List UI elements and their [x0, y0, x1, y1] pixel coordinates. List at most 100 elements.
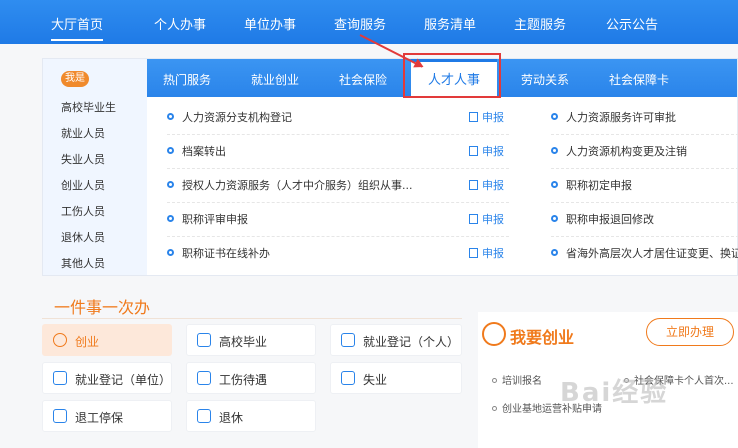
list-item[interactable]: 职称初定申报 — [551, 169, 738, 203]
form-icon — [469, 214, 478, 224]
sidebar-item-graduate[interactable]: 高校毕业生 — [61, 99, 116, 115]
briefcase-icon — [341, 371, 355, 385]
card-label: 创业 — [75, 335, 100, 349]
sidebar-item-retired[interactable]: 退休人员 — [61, 229, 105, 245]
apply-button[interactable]: 申报 — [469, 177, 504, 193]
sidebar-item-entrepreneur[interactable]: 创业人员 — [61, 177, 105, 193]
nav-unit[interactable]: 单位办事 — [244, 14, 296, 33]
startup-title: 我要创业 — [510, 328, 575, 347]
service-name: 授权人力资源服务（人才中介服务）组织从事... — [182, 179, 413, 192]
identity-sidebar: 我是 高校毕业生 就业人员 失业人员 创业人员 工伤人员 退休人员 其他人员 — [43, 59, 147, 275]
bullet-icon — [551, 215, 558, 222]
tab-insurance[interactable]: 社会保险 — [339, 71, 387, 88]
sidebar-item-employed[interactable]: 就业人员 — [61, 125, 105, 141]
i-am-badge: 我是 — [61, 71, 89, 87]
apply-label: 申报 — [482, 179, 504, 192]
injury-icon — [197, 371, 211, 385]
tab-labor[interactable]: 劳动关系 — [521, 71, 569, 88]
nav-query[interactable]: 查询服务 — [334, 14, 386, 33]
apply-button[interactable]: 申报 — [469, 143, 504, 159]
bullet-icon — [167, 181, 174, 188]
graduate-cap-icon — [197, 333, 211, 347]
tab-social-card[interactable]: 社会保障卡 — [609, 71, 669, 88]
bullet-icon — [551, 249, 558, 256]
nav-notice[interactable]: 公示公告 — [606, 14, 658, 33]
list-item[interactable]: 培训报名 — [492, 372, 542, 387]
list-item-label: 培训报名 — [502, 376, 542, 387]
apply-button[interactable]: 申报 — [469, 211, 504, 227]
card-startup[interactable]: 创业 — [42, 324, 172, 356]
form-icon — [469, 248, 478, 258]
bullet-icon — [551, 147, 558, 154]
service-name: 职称评审申报 — [182, 213, 248, 226]
list-item[interactable]: 省海外高层次人才居住证变更、换证申 — [551, 237, 738, 271]
card-injury[interactable]: 工伤待遇 — [186, 362, 316, 394]
apply-now-button[interactable]: 立即办理 — [646, 318, 734, 346]
service-name: 职称申报退回修改 — [566, 213, 654, 226]
bullet-icon — [492, 406, 497, 411]
apply-label: 申报 — [482, 247, 504, 260]
bullet-icon — [167, 147, 174, 154]
form-icon — [469, 146, 478, 156]
nav-hall-home[interactable]: 大厅首页 — [51, 14, 104, 41]
service-name: 人力资源服务许可审批 — [566, 111, 676, 124]
card-label: 就业登记（个人） — [363, 335, 460, 349]
service-name: 职称证书在线补办 — [182, 247, 270, 260]
card-graduate[interactable]: 高校毕业 — [186, 324, 316, 356]
nav-theme[interactable]: 主题服务 — [514, 14, 566, 33]
register-icon — [53, 371, 67, 385]
register-icon — [341, 333, 355, 347]
sidebar-item-others[interactable]: 其他人员 — [61, 255, 105, 271]
service-panel: 我是 高校毕业生 就业人员 失业人员 创业人员 工伤人员 退休人员 其他人员 热… — [42, 58, 738, 276]
nav-service-list[interactable]: 服务清单 — [424, 14, 476, 33]
bullet-icon — [492, 378, 497, 383]
card-retirement[interactable]: 退休 — [186, 400, 316, 432]
sidebar-item-unemployed[interactable]: 失业人员 — [61, 151, 105, 167]
card-employment-unit[interactable]: 就业登记（单位） — [42, 362, 172, 394]
bullet-icon — [167, 113, 174, 120]
nav-personal[interactable]: 个人办事 — [154, 14, 206, 33]
tab-employment[interactable]: 就业创业 — [251, 71, 299, 88]
apply-label: 申报 — [482, 213, 504, 226]
service-name: 职称初定申报 — [566, 179, 632, 192]
document-icon — [53, 409, 67, 423]
list-item[interactable]: 档案转出 申报 — [167, 135, 509, 169]
card-label: 退工停保 — [75, 411, 124, 425]
list-item[interactable]: 职称申报退回修改 — [551, 203, 738, 237]
section-title: 一件事一次办 — [54, 298, 151, 317]
bullet-icon — [167, 215, 174, 222]
card-label: 失业 — [363, 373, 388, 387]
bullet-icon — [551, 113, 558, 120]
card-employment-personal[interactable]: 就业登记（个人） — [330, 324, 462, 356]
service-name: 档案转出 — [182, 145, 226, 158]
list-item[interactable]: 授权人力资源服务（人才中介服务）组织从事... 申报 — [167, 169, 509, 203]
card-label: 高校毕业 — [219, 335, 268, 349]
list-item[interactable]: 人力资源分支机构登记 申报 — [167, 101, 509, 135]
bullet-icon — [167, 249, 174, 256]
list-item[interactable]: 人力资源服务许可审批 — [551, 101, 738, 135]
list-item[interactable]: 人力资源机构变更及注销 — [551, 135, 738, 169]
card-label: 就业登记（单位） — [75, 373, 172, 387]
list-item[interactable]: 职称评审申报 申报 — [167, 203, 509, 237]
card-label: 退休 — [219, 411, 244, 425]
watermark: Bai经验 — [560, 378, 669, 408]
section-divider — [42, 318, 462, 319]
service-name: 省海外高层次人才居住证变更、换证申 — [566, 247, 738, 260]
top-navigation: 大厅首页 个人办事 单位办事 查询服务 服务清单 主题服务 公示公告 — [0, 0, 738, 44]
apply-button[interactable]: 申报 — [469, 109, 504, 125]
apply-button[interactable]: 申报 — [469, 245, 504, 261]
apply-label: 申报 — [482, 111, 504, 124]
form-icon — [469, 180, 478, 190]
list-item[interactable]: 职称证书在线补办 申报 — [167, 237, 509, 271]
startup-logo-icon — [482, 322, 506, 346]
service-name: 人力资源机构变更及注销 — [566, 145, 687, 158]
card-stop-insurance[interactable]: 退工停保 — [42, 400, 172, 432]
form-icon — [469, 112, 478, 122]
service-name: 人力资源分支机构登记 — [182, 111, 292, 124]
annotation-highlight-box — [403, 53, 501, 98]
card-label: 工伤待遇 — [219, 373, 268, 387]
tab-popular[interactable]: 热门服务 — [163, 71, 211, 88]
startup-icon — [53, 333, 67, 347]
sidebar-item-injury[interactable]: 工伤人员 — [61, 203, 105, 219]
card-unemployment[interactable]: 失业 — [330, 362, 462, 394]
